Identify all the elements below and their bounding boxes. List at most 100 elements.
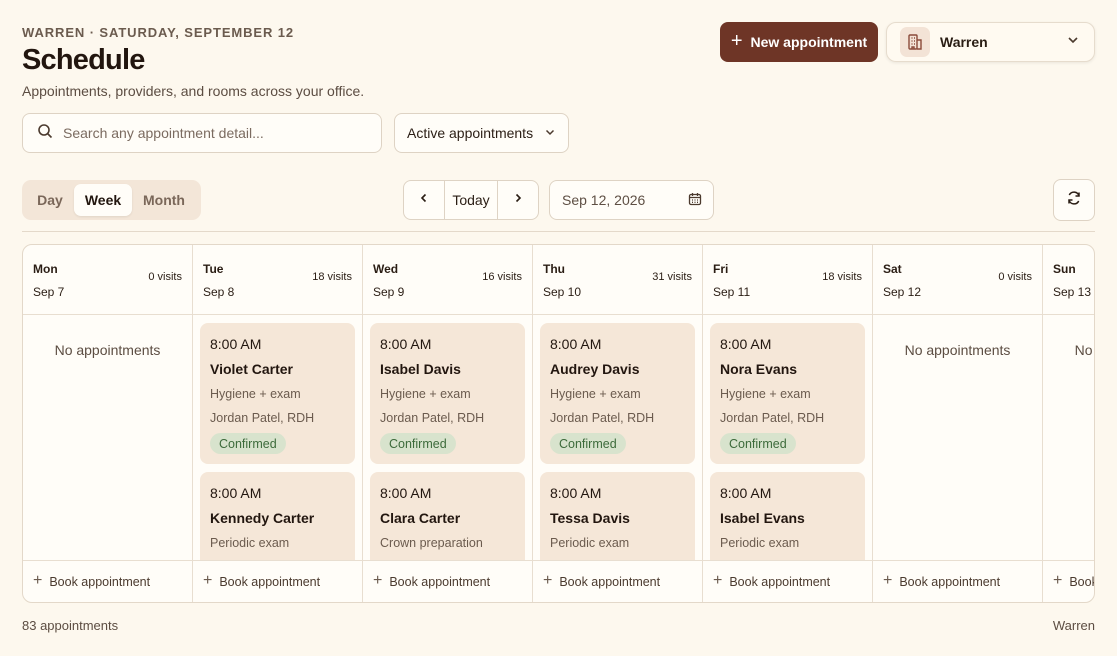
calendar-icon <box>688 192 702 209</box>
book-appointment-button[interactable]: + Book appointment <box>873 560 1042 602</box>
day-appointments: 8:00 AM Audrey Davis Hygiene + exam Jordan … <box>533 316 702 560</box>
search-icon <box>37 123 53 144</box>
building-icon <box>900 27 930 57</box>
day-date: Sep 10 <box>543 285 582 299</box>
appointment-card[interactable]: 8:00 AM Violet Carter Hygiene + exam Jordan… <box>200 323 355 464</box>
date-picker-field[interactable]: Sep 12, 2026 <box>549 180 714 220</box>
patient-name: Violet Carter <box>210 361 293 377</box>
day-appointments: No appointments <box>1043 316 1094 560</box>
today-button[interactable]: Today <box>444 181 498 219</box>
plus-icon: + <box>543 571 553 589</box>
patient-name: Audrey Davis <box>550 361 640 377</box>
refresh-button[interactable] <box>1053 179 1095 221</box>
day-header: Thu Sep 10 31 visits <box>533 245 702 315</box>
appointment-card[interactable]: 8:00 AM Isabel Davis Hygiene + exam Jordan … <box>370 323 525 464</box>
appointment-card[interactable]: 8:00 AM Isabel Evans Periodic exam <box>710 472 865 560</box>
service-type: Periodic exam <box>720 536 800 550</box>
new-appointment-button[interactable]: + New appointment <box>720 22 878 62</box>
previous-week-button[interactable] <box>404 181 444 219</box>
service-type: Hygiene + exam <box>210 387 301 401</box>
provider-name: Jordan Patel, RDH <box>380 411 485 425</box>
appointment-card[interactable]: 8:00 AM Audrey Davis Hygiene + exam Jordan … <box>540 323 695 464</box>
day-name: Sun <box>1053 262 1076 276</box>
appointment-time: 8:00 AM <box>550 336 602 352</box>
appointment-time: 8:00 AM <box>720 336 772 352</box>
service-type: Hygiene + exam <box>720 387 811 401</box>
date-navigation: Today <box>403 180 539 220</box>
service-type: Periodic exam <box>210 536 290 550</box>
new-appointment-label: New appointment <box>750 34 868 50</box>
day-column-wed: Wed Sep 9 16 visits 8:00 AM Isabel Davis Hygi… <box>363 245 533 602</box>
day-header: Mon Sep 7 0 visits <box>23 245 192 315</box>
plus-icon: + <box>730 30 743 52</box>
plus-icon: + <box>1053 571 1063 589</box>
view-week-tab[interactable]: Week <box>74 184 132 216</box>
day-column-fri: Fri Sep 11 18 visits 8:00 AM Nora Evans Hygie… <box>703 245 873 602</box>
search-input[interactable] <box>63 125 363 141</box>
patient-name: Isabel Evans <box>720 510 805 526</box>
status-badge: Confirmed <box>380 433 456 454</box>
refresh-icon <box>1066 190 1082 211</box>
day-header: Sun Sep 13 <box>1043 245 1094 315</box>
patient-name: Kennedy Carter <box>210 510 315 526</box>
appointment-count: 83 appointments <box>22 618 119 633</box>
patient-name: Tessa Davis <box>550 510 630 526</box>
day-appointments: 8:00 AM Isabel Davis Hygiene + exam Jordan … <box>363 316 532 560</box>
day-name: Thu <box>543 262 565 276</box>
appointment-card[interactable]: 8:00 AM Clara Carter Crown preparation <box>370 472 525 560</box>
book-appointment-button[interactable]: + Book appointment <box>1043 560 1094 602</box>
status-badge: Confirmed <box>550 433 626 454</box>
office-selector[interactable]: Warren <box>886 22 1095 62</box>
plus-icon: + <box>33 571 43 589</box>
book-appointment-button[interactable]: + Book appointment <box>363 560 532 602</box>
appointment-card[interactable]: 8:00 AM Nora Evans Hygiene + exam Jordan Pa… <box>710 323 865 464</box>
book-appointment-button[interactable]: + Book appointment <box>23 560 192 602</box>
appointment-card[interactable]: 8:00 AM Tessa Davis Periodic exam <box>540 472 695 560</box>
view-month-tab[interactable]: Month <box>132 184 196 216</box>
service-type: Hygiene + exam <box>380 387 471 401</box>
status-badge: Confirmed <box>210 433 286 454</box>
plus-icon: + <box>713 571 723 589</box>
patient-name: Isabel Davis <box>380 361 461 377</box>
book-appointment-button[interactable]: + Book appointment <box>193 560 362 602</box>
view-day-tab[interactable]: Day <box>26 184 74 216</box>
visit-count: 16 visits <box>482 271 522 283</box>
day-name: Sat <box>883 262 902 276</box>
day-name: Wed <box>373 262 399 276</box>
day-date: Sep 11 <box>713 285 751 299</box>
visit-count: 0 visits <box>148 271 182 283</box>
patient-name: Clara Carter <box>380 510 461 526</box>
status-filter-select[interactable]: Active appointments <box>394 113 569 153</box>
book-appointment-label: Book appointment <box>559 574 661 589</box>
service-type: Hygiene + exam <box>550 387 641 401</box>
plus-icon: + <box>203 571 213 589</box>
week-calendar: Mon Sep 7 0 visits No appointments + Book app… <box>22 244 1095 603</box>
next-week-button[interactable] <box>498 181 538 219</box>
day-appointments: 8:00 AM Nora Evans Hygiene + exam Jordan Pa… <box>703 316 872 560</box>
book-appointment-button[interactable]: + Book appointment <box>703 560 872 602</box>
day-date: Sep 8 <box>203 285 235 299</box>
visit-count: 18 visits <box>312 271 352 283</box>
book-appointment-label: Book appointment <box>389 574 491 589</box>
office-name: Warren <box>940 34 988 50</box>
day-appointments: No appointments <box>23 316 192 560</box>
visit-count: 31 visits <box>652 271 692 283</box>
book-appointment-button[interactable]: + Book appointment <box>533 560 702 602</box>
appointment-card[interactable]: 8:00 AM Kennedy Carter Periodic exam <box>200 472 355 560</box>
day-date: Sep 13 <box>1053 285 1092 299</box>
book-appointment-label: Book appointment <box>49 574 151 589</box>
provider-name: Jordan Patel, RDH <box>550 411 655 425</box>
no-appointments-text: No appointments <box>54 342 161 358</box>
appointment-time: 8:00 AM <box>550 485 602 501</box>
view-switcher: Day Week Month <box>22 180 201 220</box>
chevron-down-icon <box>1066 33 1080 52</box>
day-name: Fri <box>713 262 729 276</box>
footer-office-name: Warren <box>1052 618 1095 633</box>
chevron-left-icon <box>418 191 430 209</box>
plus-icon: + <box>883 571 893 589</box>
page-title: Schedule <box>22 44 145 76</box>
patient-name: Nora Evans <box>720 361 798 377</box>
page-subtitle: Appointments, providers, and rooms acros… <box>22 83 365 99</box>
search-box[interactable] <box>22 113 382 153</box>
book-appointment-label: Book appointment <box>729 574 831 589</box>
